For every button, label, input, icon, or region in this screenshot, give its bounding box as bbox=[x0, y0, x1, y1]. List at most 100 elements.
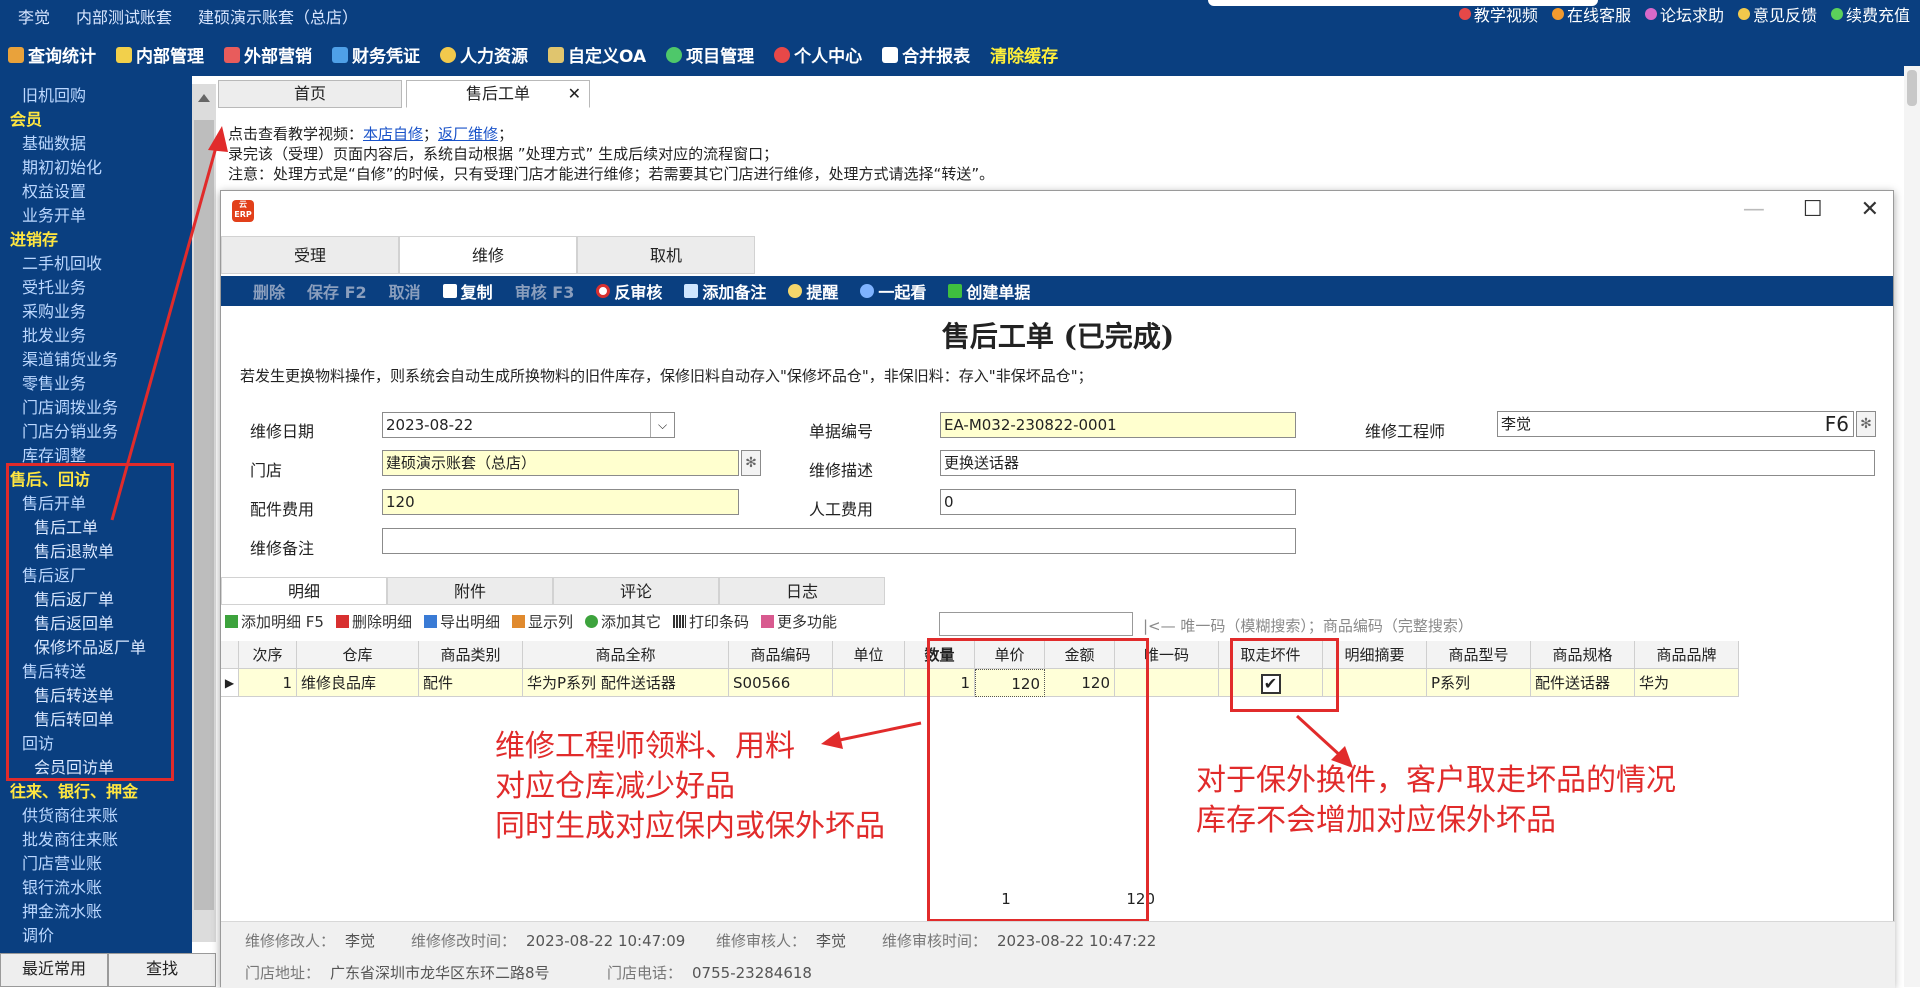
more-functions-button[interactable]: 更多功能 bbox=[761, 611, 837, 632]
video-link-factory-repair[interactable]: 返厂维修 bbox=[438, 125, 498, 143]
voucher-icon bbox=[332, 46, 348, 63]
menu-query-stats[interactable]: 查询统计 bbox=[8, 42, 96, 67]
renew-link[interactable]: 续费充值 bbox=[1830, 2, 1910, 26]
col-name[interactable]: 商品全称 bbox=[523, 641, 729, 669]
search-hint: |<— 唯一码（模糊搜索）；商品编码（完整搜索） bbox=[1143, 617, 1473, 635]
show-columns-button[interactable]: 显示列 bbox=[511, 611, 573, 632]
unaudit-button[interactable]: 反审核 bbox=[596, 279, 662, 303]
delete-button[interactable]: 删除 bbox=[253, 279, 285, 303]
bag-icon bbox=[224, 46, 240, 63]
menu-report[interactable]: 合并报表 bbox=[882, 42, 970, 67]
audit-button[interactable]: 审核 F3 bbox=[515, 279, 575, 303]
sidebar-item[interactable]: 批发商往来账 bbox=[0, 828, 192, 852]
tab-log[interactable]: 日志 bbox=[719, 577, 885, 605]
heart-icon bbox=[774, 46, 791, 63]
process-tabs: 受理 维修 取机 bbox=[221, 236, 755, 274]
menu-marketing[interactable]: 外部营销 bbox=[224, 42, 312, 67]
col-seq[interactable]: 次序 bbox=[239, 641, 297, 669]
watch-together-button[interactable]: 一起看 bbox=[860, 279, 926, 303]
refresh-icon bbox=[666, 46, 683, 63]
scroll-up-icon[interactable] bbox=[198, 94, 210, 102]
find-button[interactable]: 查找 bbox=[108, 953, 216, 987]
add-note-button[interactable]: 添加备注 bbox=[684, 279, 766, 303]
note-icon bbox=[684, 284, 699, 298]
menu-project[interactable]: 项目管理 bbox=[666, 42, 754, 67]
menu-hr[interactable]: 人力资源 bbox=[440, 42, 528, 67]
wechat-icon bbox=[1830, 8, 1843, 20]
export-detail-button[interactable]: 导出明细 bbox=[423, 611, 500, 632]
main-menu: 查询统计 内部管理 外部营销 财务凭证 人力资源 自定义OA 项目管理 个人中心… bbox=[8, 42, 1058, 67]
menu-internal[interactable]: 内部管理 bbox=[116, 42, 204, 67]
add-detail-button[interactable]: 添加明细 F5 bbox=[225, 611, 324, 632]
tab-accept[interactable]: 受理 bbox=[221, 236, 399, 274]
teaching-video-link[interactable]: 教学视频 bbox=[1458, 2, 1538, 26]
barcode-icon bbox=[673, 615, 687, 628]
col-unit[interactable]: 单位 bbox=[833, 641, 905, 669]
col-code[interactable]: 商品编码 bbox=[729, 641, 833, 669]
menu-personal[interactable]: 个人中心 bbox=[774, 42, 862, 67]
delete-detail-button[interactable]: 删除明细 bbox=[335, 611, 412, 632]
sidebar-item[interactable]: 门店营业账 bbox=[0, 852, 192, 876]
clear-cache-button[interactable]: 清除缓存 bbox=[990, 42, 1058, 67]
menu-oa[interactable]: 自定义OA bbox=[548, 42, 646, 67]
tab-attachment[interactable]: 附件 bbox=[387, 577, 553, 605]
copy-button[interactable]: 复制 bbox=[442, 279, 493, 303]
close-icon[interactable]: ✕ bbox=[1861, 197, 1879, 222]
modifier-info: 维修修改人： 李觉 bbox=[245, 932, 376, 950]
annotation-qty-box bbox=[927, 638, 1149, 922]
cancel-button[interactable]: 取消 bbox=[389, 279, 421, 303]
create-doc-button[interactable]: 创建单据 bbox=[948, 279, 1030, 303]
chevron-down-icon[interactable]: ⌵ bbox=[650, 413, 674, 437]
sidebar-group[interactable]: 往来、银行、押金 bbox=[0, 780, 192, 804]
repair-desc-field[interactable]: 更换送话器 bbox=[940, 450, 1875, 476]
labor-fee-field[interactable]: 0 bbox=[940, 489, 1296, 515]
store-phone-info: 门店电话： 0755-23284618 bbox=[607, 964, 812, 982]
save-button[interactable]: 保存 F2 bbox=[307, 279, 367, 303]
print-barcode-button[interactable]: 打印条码 bbox=[673, 611, 749, 632]
remark-field[interactable] bbox=[382, 528, 1296, 554]
maximize-icon[interactable]: ☐ bbox=[1803, 197, 1823, 222]
add-other-button[interactable]: 添加其它 bbox=[585, 611, 661, 632]
detail-search-input[interactable] bbox=[939, 612, 1133, 636]
col-brand[interactable]: 商品品牌 bbox=[1635, 641, 1739, 669]
tab-home[interactable]: 首页 bbox=[218, 80, 402, 108]
forum-help-link[interactable]: 论坛求助 bbox=[1644, 2, 1724, 26]
recent-button[interactable]: 最近常用 bbox=[0, 953, 108, 987]
engineer-select-icon[interactable]: ✻ bbox=[1856, 411, 1876, 437]
tab-detail[interactable]: 明细 bbox=[221, 577, 387, 605]
chart-icon bbox=[8, 46, 24, 63]
page-scroll-thumb[interactable] bbox=[1907, 70, 1917, 106]
close-tab-icon[interactable]: ✕ bbox=[568, 81, 581, 107]
col-category[interactable]: 商品类别 bbox=[419, 641, 523, 669]
account-type: 内部测试账套 bbox=[76, 8, 173, 27]
tab-after-sale-order[interactable]: 售后工单 ✕ bbox=[406, 80, 590, 108]
tab-comment[interactable]: 评论 bbox=[553, 577, 719, 605]
menu-finance[interactable]: 财务凭证 bbox=[332, 42, 420, 67]
feedback-link[interactable]: 意见反馈 bbox=[1737, 2, 1817, 26]
parts-fee-field[interactable]: 120 bbox=[382, 489, 739, 515]
video-link-self-repair[interactable]: 本店自修 bbox=[363, 125, 423, 143]
repair-date-field[interactable]: 2023-08-22 ⌵ bbox=[382, 412, 675, 438]
sidebar-item[interactable]: 供货商往来账 bbox=[0, 804, 192, 828]
remind-button[interactable]: 提醒 bbox=[788, 279, 838, 303]
store-select-icon[interactable]: ✻ bbox=[741, 450, 761, 476]
doc-no-field[interactable]: EA-M032-230822-0001 bbox=[940, 412, 1296, 438]
window-controls: — ☐ ✕ bbox=[1743, 197, 1879, 222]
sidebar-item[interactable]: 调价 bbox=[0, 924, 192, 948]
tab-repair[interactable]: 维修 bbox=[399, 236, 577, 274]
tab-pickup[interactable]: 取机 bbox=[577, 236, 755, 274]
dialog-footer: 维修修改人： 李觉 维修修改时间： 2023-08-22 10:47:09 维修审核… bbox=[221, 921, 1895, 988]
col-warehouse[interactable]: 仓库 bbox=[297, 641, 419, 669]
col-spec[interactable]: 商品规格 bbox=[1531, 641, 1635, 669]
user-icon bbox=[440, 46, 456, 63]
page-scrollbar[interactable] bbox=[1904, 66, 1920, 987]
sidebar-item[interactable]: 银行流水账 bbox=[0, 876, 192, 900]
doc-no-label: 单据编号 bbox=[809, 422, 874, 441]
sidebar-item[interactable]: 旧机回购 bbox=[0, 84, 192, 108]
minimize-icon[interactable]: — bbox=[1743, 197, 1765, 222]
online-service-link[interactable]: 在线客服 bbox=[1551, 2, 1631, 26]
engineer-field[interactable]: 李觉 F6 bbox=[1497, 411, 1854, 437]
col-model[interactable]: 商品型号 bbox=[1427, 641, 1531, 669]
store-field[interactable]: 建硕演示账套（总店） bbox=[382, 450, 739, 476]
sidebar-item[interactable]: 押金流水账 bbox=[0, 900, 192, 924]
